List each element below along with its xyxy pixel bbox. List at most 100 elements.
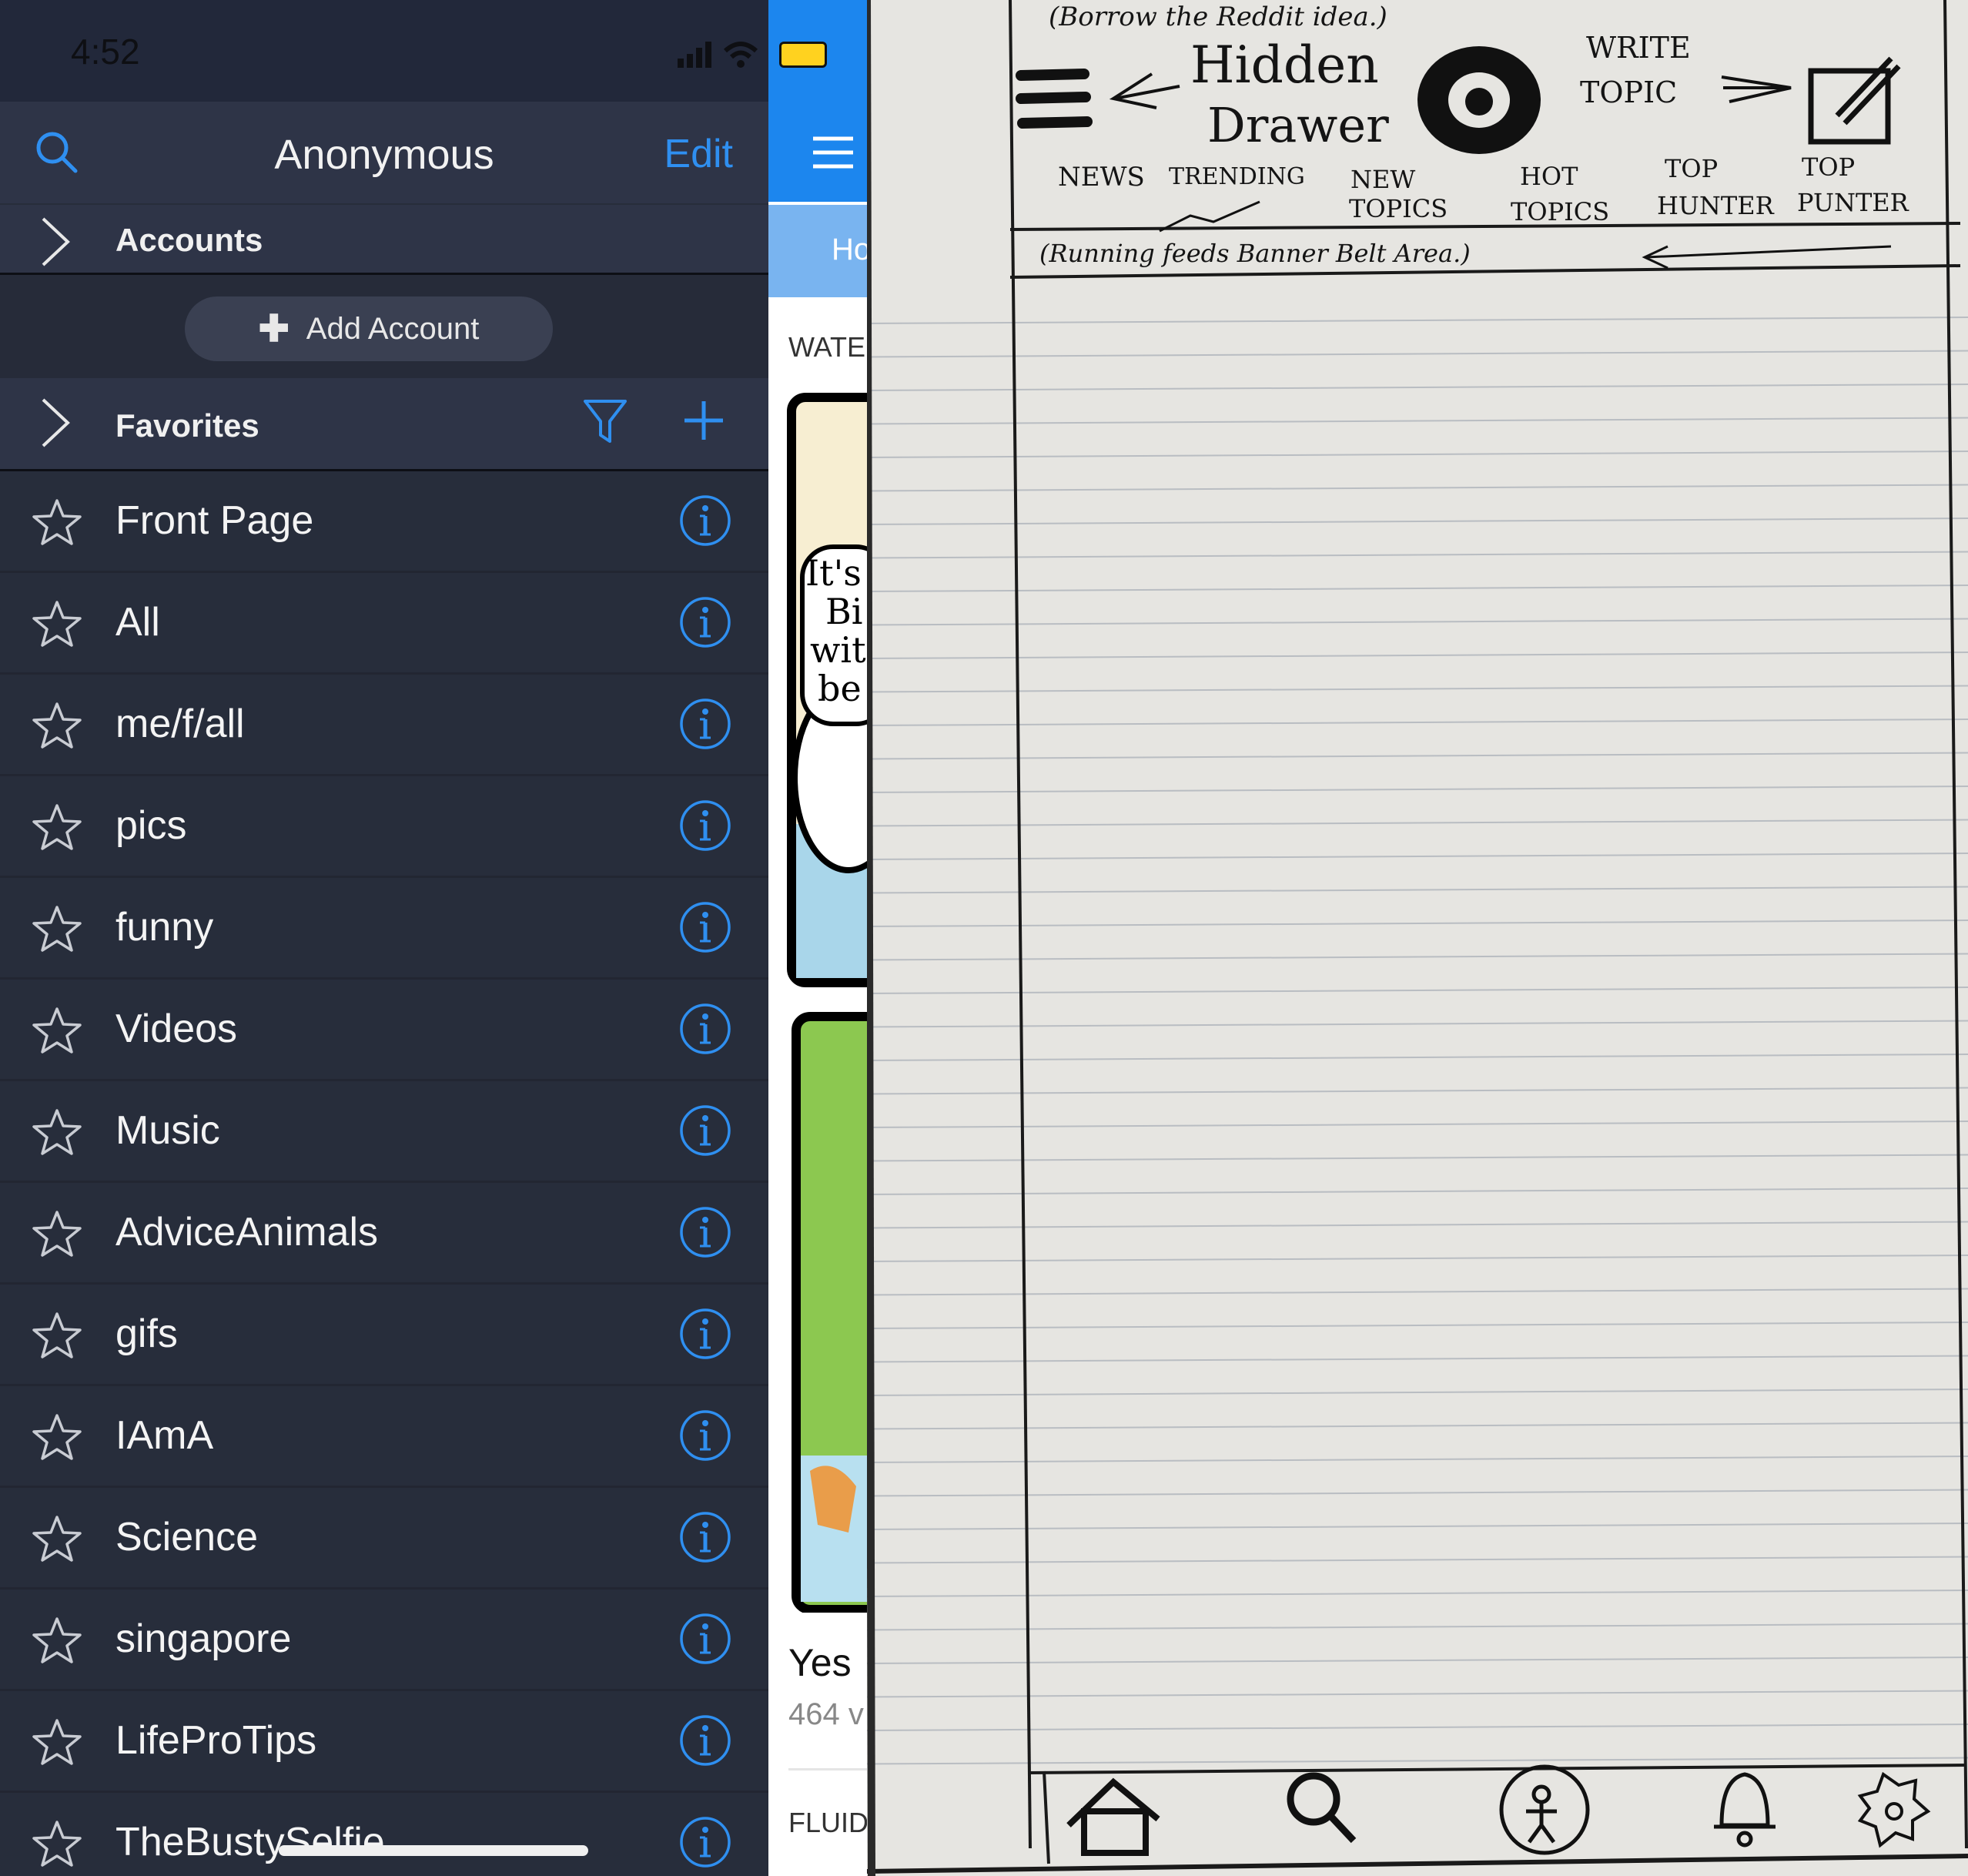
favorites-section-header[interactable]: Favorites <box>0 378 768 471</box>
divider <box>788 1768 867 1770</box>
chevron-right-icon <box>42 217 70 266</box>
star-icon[interactable] <box>32 1717 82 1767</box>
star-icon[interactable] <box>32 1209 82 1258</box>
star-icon[interactable] <box>32 1819 82 1868</box>
favorite-item-label: AdviceAnimals <box>115 1210 379 1255</box>
favorite-item[interactable]: IAmA <box>0 1386 768 1488</box>
info-icon[interactable] <box>679 494 731 547</box>
favorite-item[interactable]: Videos <box>0 980 768 1081</box>
favorite-item[interactable]: All <box>0 573 768 675</box>
favorite-item[interactable]: gifs <box>0 1285 768 1386</box>
filter-icon[interactable] <box>582 398 628 446</box>
favorite-item[interactable]: Music <box>0 1081 768 1183</box>
favorite-item-label: LifeProTips <box>115 1718 317 1763</box>
favorite-item[interactable]: Science <box>0 1488 768 1590</box>
post-votes: 464 v <box>788 1697 864 1731</box>
hamburger-sketch-icon <box>1016 69 1093 129</box>
info-icon[interactable] <box>679 596 731 648</box>
favorite-item[interactable]: pics <box>0 776 768 878</box>
comic-text-3: wit <box>810 629 866 671</box>
favorite-item-label: singapore <box>115 1616 292 1661</box>
star-icon[interactable] <box>32 904 82 953</box>
info-icon[interactable] <box>679 901 731 953</box>
sketch-tab-new-1: NEW <box>1350 165 1416 194</box>
favorite-item[interactable]: funny <box>0 878 768 980</box>
favorite-item-label: Videos <box>115 1007 238 1051</box>
favorites-label: Favorites <box>115 407 259 444</box>
star-icon[interactable] <box>32 1006 82 1055</box>
add-account-label: Add Account <box>306 311 480 346</box>
sketch-note-top: (Borrow the Reddit idea.) <box>1049 2 1387 32</box>
next-section-label: FLUID <box>788 1807 867 1838</box>
star-icon[interactable] <box>32 1616 82 1665</box>
search-sketch-icon <box>1287 1772 1357 1844</box>
comic-image[interactable]: It's Bi wit be <box>787 393 867 1613</box>
comic-text-4: be <box>818 668 862 709</box>
info-icon[interactable] <box>679 1206 731 1258</box>
info-icon[interactable] <box>679 1816 731 1868</box>
sketch-drawer-label-1: Hidden <box>1190 35 1379 95</box>
info-icon[interactable] <box>679 1613 731 1665</box>
info-icon[interactable] <box>679 698 731 750</box>
favorite-item-label: All <box>115 600 160 645</box>
star-icon[interactable] <box>32 802 82 852</box>
favorite-item[interactable]: AdviceAnimals <box>0 1183 768 1285</box>
star-icon[interactable] <box>32 1514 82 1563</box>
write-topic-icon <box>1808 56 1901 145</box>
sketch-tab-trending: TRENDING <box>1169 163 1305 190</box>
favorite-item[interactable]: LifeProTips <box>0 1691 768 1793</box>
sketch-tab-punter-2: PUNTER <box>1797 188 1909 217</box>
header-divider <box>1009 222 1961 231</box>
info-icon[interactable] <box>679 799 731 852</box>
bell-sketch-icon <box>1714 1772 1776 1848</box>
sketch-tab-punter-1: TOP <box>1802 152 1856 182</box>
tab-home-label: Ho <box>832 233 867 266</box>
favorite-item[interactable]: Front Page <box>0 471 768 573</box>
edit-button[interactable]: Edit <box>664 131 733 177</box>
favorite-item[interactable]: TheBustySelfie <box>0 1793 768 1876</box>
sketch-tab-new-2: TOPICS <box>1349 194 1448 223</box>
info-icon[interactable] <box>679 1714 731 1767</box>
favorite-item-label: funny <box>115 905 214 950</box>
star-icon[interactable] <box>32 1311 82 1360</box>
plus-icon: ✚ <box>258 309 290 350</box>
sketch-tab-news: NEWS <box>1058 162 1145 193</box>
gear-sketch-icon <box>1857 1771 1931 1848</box>
add-account-button[interactable]: ✚ Add Account <box>185 296 553 361</box>
hamburger-menu-icon[interactable] <box>813 136 853 169</box>
accounts-section-header[interactable]: Accounts <box>0 205 768 275</box>
star-icon[interactable] <box>32 1107 82 1157</box>
favorites-drawer: 4:52 Anonymous Edit Accounts ✚ Add Accou… <box>0 0 768 1876</box>
info-icon[interactable] <box>679 1104 731 1157</box>
star-icon[interactable] <box>32 701 82 750</box>
star-icon[interactable] <box>32 497 82 547</box>
tab-home[interactable]: Ho <box>768 205 867 297</box>
status-icons <box>678 42 758 68</box>
favorite-item-label: gifs <box>115 1312 178 1356</box>
info-icon[interactable] <box>679 1409 731 1462</box>
info-icon[interactable] <box>679 1003 731 1055</box>
favorites-list: Front Page All me/f/all pics funny Videos Musi… <box>0 471 768 1876</box>
app-content-strip: Ho WATEI It's Bi wit be Yes 464 v FLUID <box>768 0 867 1876</box>
info-icon[interactable] <box>679 1511 731 1563</box>
chevron-right-icon <box>42 398 70 447</box>
sketch-tab-hot-1: HOT <box>1520 162 1578 191</box>
add-account-area: ✚ Add Account <box>0 275 768 378</box>
add-favorite-icon[interactable] <box>681 397 727 444</box>
profile-sketch-icon <box>1499 1764 1590 1855</box>
star-icon[interactable] <box>32 599 82 648</box>
favorite-item-label: TheBustySelfie <box>115 1820 385 1864</box>
info-icon[interactable] <box>679 1308 731 1360</box>
sketch-tab-hunter-1: TOP <box>1665 154 1719 183</box>
star-icon[interactable] <box>32 1412 82 1462</box>
post-title[interactable]: Yes <box>788 1640 852 1685</box>
sketch-banner-note: (Running feeds Banner Belt Area.) <box>1039 239 1471 268</box>
favorite-item-label: pics <box>115 803 187 848</box>
favorite-item[interactable]: me/f/all <box>0 675 768 776</box>
comic-text-1: It's <box>805 552 862 594</box>
sketch-tab-hot-2: TOPICS <box>1511 197 1610 226</box>
home-indicator <box>279 1845 588 1856</box>
wifi-icon <box>723 42 758 53</box>
favorite-item[interactable]: singapore <box>0 1590 768 1691</box>
sketch-tab-hunter-2: HUNTER <box>1657 191 1774 220</box>
